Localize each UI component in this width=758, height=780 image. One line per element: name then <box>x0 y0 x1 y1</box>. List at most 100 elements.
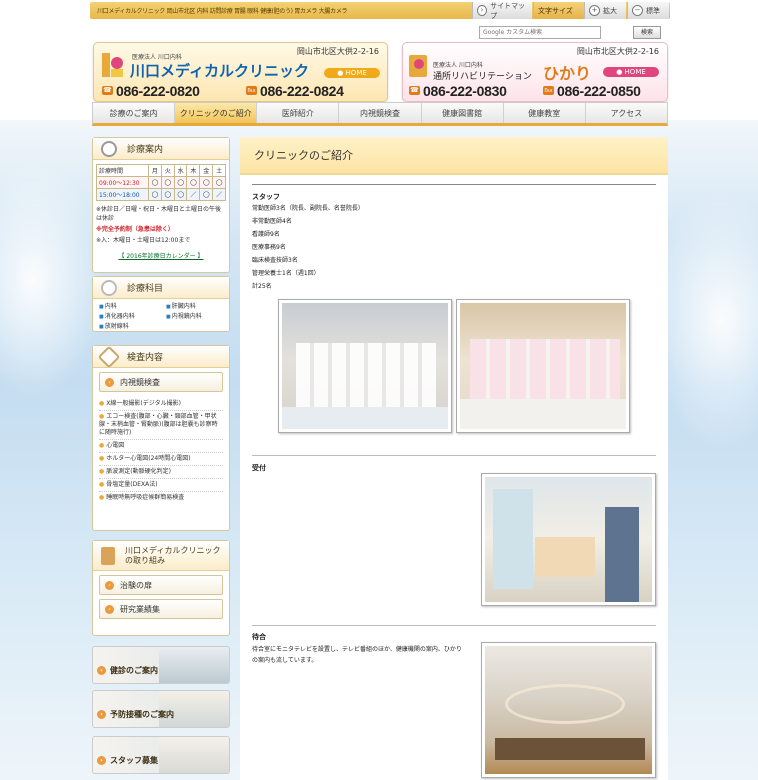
rehab-tel-2: 086-222-0850 <box>557 83 641 99</box>
phone-icon: ☎ <box>102 86 113 95</box>
dept-item: 内視鏡内科 <box>166 312 223 322</box>
staff-list: 常勤医師3名（院長、副院長、名誉院長） 非常勤医師4名 看護師9名 医療事務9名… <box>252 202 364 293</box>
dept-item: 肝臓内科 <box>166 302 223 312</box>
magnify-minus-icon: − <box>632 5 643 16</box>
top-keywords: 川口メディカルクリニック 岡山市北区 内科 訪問診療 胃腸 眼科 健康(胆のう)… <box>97 8 348 15</box>
exam-item: ● エコー検査(腹部・心臓・頸部血管・甲状腺・末梢血管・腎動脈)(腹部は胆嚢も診察… <box>99 411 223 440</box>
exam-item: ● 骨塩定量(DEXA法) <box>99 479 223 492</box>
staff-item: 計25名 <box>252 283 272 290</box>
rehab-logo-icon <box>409 55 427 77</box>
sitemap-link[interactable]: › サイトマップ <box>472 2 532 20</box>
staff-item: 非常勤医師4名 <box>252 218 292 225</box>
syringe-icon <box>97 345 121 368</box>
reception-photo <box>481 473 656 606</box>
hours-panel: 診療案内 診療時間 月 火 水 木 金 土 09:00～12:30 ◯ ◯ ◯ … <box>92 137 230 273</box>
staff-item: 臨床検査技師3名 <box>252 257 298 264</box>
hours-header: 診療案内 <box>93 138 229 160</box>
rehab-name-hikari: ひかり <box>543 64 592 83</box>
calendar-link[interactable]: 【 2016年診療日カレンダー 】 <box>93 251 229 260</box>
reception-heading: 受付 <box>252 464 266 472</box>
exams-panel: 検査内容 › 内視鏡検査 ● X線一般撮影(デジタル撮影) ● エコー検査(腹部・心臓… <box>92 345 230 531</box>
waiting-heading: 待合 <box>252 633 266 641</box>
page-title: クリニックのご紹介 <box>240 137 668 175</box>
exam-item: ● 心電図 <box>99 440 223 453</box>
arrow-circle-icon: › <box>97 710 106 719</box>
nav-item-doctors[interactable]: 医師紹介 <box>257 103 340 123</box>
clinical-trial-button[interactable]: › 治験の扉 <box>99 575 223 595</box>
arrow-circle-icon: › <box>97 756 106 765</box>
hours-table: 診療時間 月 火 水 木 金 土 09:00～12:30 ◯ ◯ ◯ ◯ ◯ ◯… <box>96 164 226 201</box>
nav-item-classes[interactable]: 健康教室 <box>504 103 586 123</box>
nav-item-guide[interactable]: 診療のご案内 <box>93 103 176 123</box>
nav-item-endoscopy[interactable]: 内視鏡検査 <box>339 103 422 123</box>
nav-item-library[interactable]: 健康図書館 <box>422 103 504 123</box>
divider <box>252 455 656 456</box>
staff-heading: スタッフ <box>252 193 280 201</box>
endoscopy-exam-button[interactable]: › 内視鏡検査 <box>99 372 223 392</box>
exam-item: ● X線一般撮影(デジタル撮影) <box>99 398 223 411</box>
magnify-plus-icon: + <box>589 5 600 16</box>
recruit-banner[interactable]: › スタッフ募集 <box>92 736 230 774</box>
efforts-panel: 川口メディカルクリニックの取り組み › 治験の扉 › 研究業績集 <box>92 540 230 636</box>
hours-note-closed: ※休診日／日曜・祝日・木曜日と土曜日の午後は休診 <box>96 206 222 222</box>
divider <box>252 625 656 626</box>
efforts-header: 川口メディカルクリニックの取り組み <box>93 541 229 571</box>
vaccination-banner[interactable]: › 予防接種のご案内 <box>92 690 230 728</box>
main-content: クリニックのご紹介 スタッフ 常勤医師3名（院長、副院長、名誉院長） 非常勤医師… <box>240 137 668 780</box>
dept-item: 消化器内科 <box>99 312 156 322</box>
exam-item: ● 脈波測定(動脈硬化判定) <box>99 466 223 479</box>
checkup-banner[interactable]: › 健診のご案内 <box>92 646 230 684</box>
zoom-in-button[interactable]: + 拡大 <box>584 2 626 19</box>
staff-item: 医療事務9名 <box>252 244 286 251</box>
staff-item: 常勤医師3名（院長、副院長、名誉院長） <box>252 205 364 212</box>
hours-note-reservation: ※完全予約制（急患は除く） <box>96 226 174 233</box>
exams-list: ● X線一般撮影(デジタル撮影) ● エコー検査(腹部・心臓・頸部血管・甲状腺・末梢… <box>93 396 229 506</box>
dept-item: 放射線科 <box>99 322 156 332</box>
arrow-circle-icon: › <box>105 377 114 387</box>
search-input[interactable] <box>479 26 601 39</box>
top-bar: 川口メディカルクリニック 岡山市北区 内科 訪問診療 胃腸 眼科 健康(胆のう)… <box>0 0 758 20</box>
clock-icon <box>101 140 117 157</box>
rehab-address: 岡山市北区大供2-2-16 <box>576 47 659 56</box>
stethoscope-icon <box>101 279 117 296</box>
exam-item: ● 睡眠時無呼吸症候群簡易検査 <box>99 494 185 501</box>
rehab-tel-1: 086-222-0830 <box>423 83 507 99</box>
global-nav: 診療のご案内 クリニックのご紹介 医師紹介 内視鏡検査 健康図書館 健康教室 ア… <box>92 102 668 126</box>
arrow-circle-icon: › <box>105 604 114 614</box>
clinic-header-box[interactable]: 医療法人 川口内科 川口メディカルクリニック 岡山市北区大供2-2-16 ● H… <box>93 42 388 102</box>
staff-photo-doctors <box>278 299 452 433</box>
nav-item-access[interactable]: アクセス <box>586 103 667 123</box>
staff-item: 看護師9名 <box>252 231 280 238</box>
clinic-name: 川口メディカルクリニック <box>130 63 309 80</box>
clinic-tel-1: 086-222-0820 <box>116 83 200 99</box>
clinic-tel-2: 086-222-0824 <box>260 83 344 99</box>
fax-icon: ℻ <box>246 86 257 95</box>
departments-list: 内科 肝臓内科 消化器内科 内視鏡内科 放射線科 <box>93 299 229 335</box>
hours-row-morning: 09:00～12:30 ◯ ◯ ◯ ◯ ◯ ◯ <box>96 176 226 189</box>
clinic-home-button[interactable]: ● HOME <box>324 68 380 78</box>
search-button[interactable]: 検索 <box>633 26 661 39</box>
banner-photo <box>159 737 229 773</box>
hours-table-header: 診療時間 月 火 水 木 金 土 <box>96 164 226 177</box>
departments-panel: 診療科目 内科 肝臓内科 消化器内科 内視鏡内科 放射線科 <box>92 276 230 332</box>
book-icon <box>101 546 115 565</box>
hours-row-afternoon: 15:00～18:00 ◯ ◯ ◯ ／ ◯ ／ <box>96 188 226 201</box>
waiting-text: 待合室にモニタテレビを設置し、テレビ番組のほか、健康機関の案内、ひかりの案内も流… <box>252 646 462 664</box>
clinic-address: 岡山市北区大供2-2-16 <box>296 47 379 56</box>
arrow-circle-icon: › <box>97 666 106 675</box>
departments-header: 診療科目 <box>93 277 229 299</box>
rehab-name: 通所リハビリテーション <box>433 72 532 82</box>
rehab-header-box[interactable]: 医療法人 川口内科 通所リハビリテーション ひかり 岡山市北区大供2-2-16 … <box>402 42 668 102</box>
text-size-label: 文字サイズ <box>533 2 583 19</box>
staff-photo-nurses <box>456 299 630 433</box>
exams-header: 検査内容 <box>93 345 229 368</box>
hours-note-short: ※入：木曜日・土曜日は12:00まで <box>96 237 191 244</box>
arrow-circle-icon: › <box>105 580 114 590</box>
divider <box>252 184 656 185</box>
research-button[interactable]: › 研究業績集 <box>99 599 223 619</box>
rehab-home-button[interactable]: ● HOME <box>603 67 659 77</box>
dept-item: 内科 <box>99 302 156 312</box>
nav-item-clinic[interactable]: クリニックのご紹介 <box>175 103 258 123</box>
exam-item: ● ホルター心電図(24時間心電図) <box>99 453 223 466</box>
standard-size-button[interactable]: − 標準 <box>627 2 669 19</box>
